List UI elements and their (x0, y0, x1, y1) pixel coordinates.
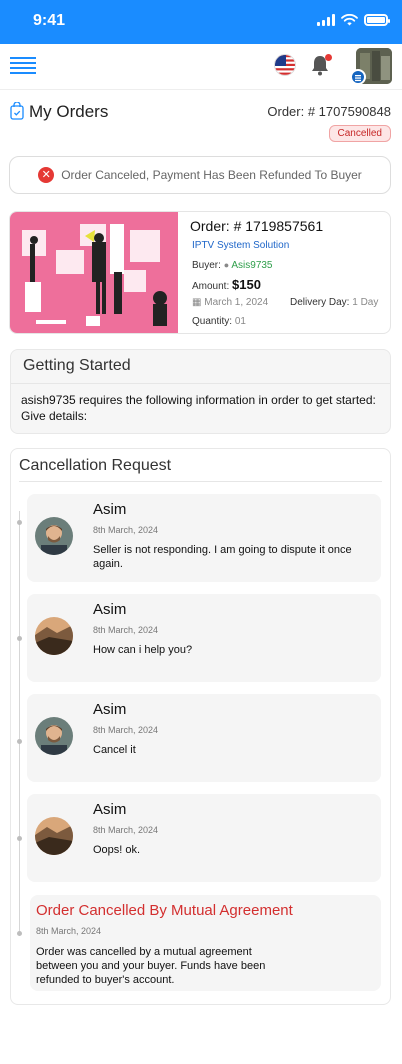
avatar (35, 617, 73, 655)
status-icons (317, 14, 390, 26)
delivery-row: Delivery Day: 1 Day (290, 297, 378, 308)
menu-icon[interactable] (10, 57, 36, 77)
message-item: Asim 8th March, 2024 Oops! ok. (27, 794, 381, 882)
avatar (35, 817, 73, 855)
final-text: Order was cancelled by a mutual agreemen… (36, 946, 266, 986)
status-bar: 9:41 (0, 0, 402, 44)
message-text: Seller is not responding. I am going to … (93, 544, 352, 570)
getting-started-body: asish9735 requires the following informa… (21, 393, 376, 423)
page-title: My Orders (29, 102, 109, 121)
message-item: Asim 8th March, 2024 Cancel it (27, 694, 381, 782)
message-author: Asim (93, 801, 127, 818)
message-date: 8th March, 2024 (93, 525, 159, 535)
delivery-label: Delivery Day: (290, 297, 350, 308)
message-text: How can i help you? (93, 644, 193, 656)
getting-started-section: Getting Started asish9735 requires the f… (10, 349, 391, 434)
message-item: Asim 8th March, 2024 Seller is not respo… (27, 494, 381, 582)
status-time: 9:41 (33, 12, 66, 29)
refund-alert: ✕ Order Canceled, Payment Has Been Refun… (9, 156, 391, 194)
alert-text: Order Canceled, Payment Has Been Refunde… (61, 168, 362, 182)
timeline-dot (17, 739, 22, 744)
timeline-dot (17, 636, 22, 641)
avatar (35, 717, 73, 755)
amount-value: $150 (232, 277, 261, 292)
us-flag-icon[interactable] (274, 54, 296, 76)
buyer-name[interactable]: Asis9735 (231, 260, 272, 271)
notification-dot (325, 54, 332, 61)
message-author: Asim (93, 501, 127, 518)
shopping-bag-icon (10, 102, 24, 120)
amount-row: Amount: $150 (192, 277, 261, 292)
app-bar (0, 44, 402, 90)
person-icon: ● (223, 260, 230, 270)
timeline-line (19, 511, 20, 936)
buyer-row: Buyer: ● Asis9735 (192, 260, 273, 271)
cancellation-final-notice: Order Cancelled By Mutual Agreement 8th … (30, 895, 381, 991)
amount-label: Amount: (192, 281, 230, 292)
message-date: 8th March, 2024 (93, 625, 159, 635)
buyer-label: Buyer: (192, 260, 221, 271)
message-item: Asim 8th March, 2024 How can i help you? (27, 594, 381, 682)
delivery-value: 1 Day (352, 297, 379, 308)
x-circle-icon: ✕ (38, 167, 55, 183)
final-date: 8th March, 2024 (36, 926, 102, 936)
order-number: Order: # 1707590848 (267, 104, 391, 119)
cancellation-section: Cancellation Request Asim 8th March, 202… (10, 448, 391, 1005)
battery-icon (364, 14, 390, 26)
signal-icon (317, 14, 335, 26)
timeline-dot (17, 520, 22, 525)
order-card[interactable]: Order: # 1719857561 IPTV System Solution… (9, 211, 391, 334)
wifi-icon (341, 14, 358, 26)
timeline-dot (17, 931, 22, 936)
message-text: Cancel it (93, 744, 136, 756)
page-header: My Orders Order: # 1707590848 Cancelled (10, 100, 392, 150)
order-title: Order: # 1719857561 (190, 218, 324, 234)
message-text: Oops! ok. (93, 844, 141, 856)
message-author: Asim (93, 601, 127, 618)
order-thumbnail (10, 212, 178, 333)
service-link[interactable]: IPTV System Solution (192, 240, 289, 251)
timeline-dot (17, 836, 22, 841)
divider (19, 481, 382, 482)
avatar-menu-badge[interactable] (350, 69, 366, 85)
getting-started-title: Getting Started (23, 357, 131, 374)
calendar-icon: ▦ (192, 297, 202, 308)
order-date: March 1, 2024 (204, 297, 269, 308)
notification-bell-icon[interactable] (310, 54, 332, 78)
avatar (35, 517, 73, 555)
final-title: Order Cancelled By Mutual Agreement (36, 902, 293, 919)
status-badge: Cancelled (328, 125, 391, 142)
cancellation-title: Cancellation Request (19, 457, 172, 474)
quantity-row: Quantity: 01 (192, 316, 246, 327)
message-date: 8th March, 2024 (93, 825, 159, 835)
message-date: 8th March, 2024 (93, 725, 159, 735)
date-row: ▦ March 1, 2024 (192, 297, 268, 308)
quantity-value: 01 (234, 316, 246, 327)
message-author: Asim (93, 701, 127, 718)
quantity-label: Quantity: (192, 316, 233, 327)
divider (11, 383, 390, 384)
